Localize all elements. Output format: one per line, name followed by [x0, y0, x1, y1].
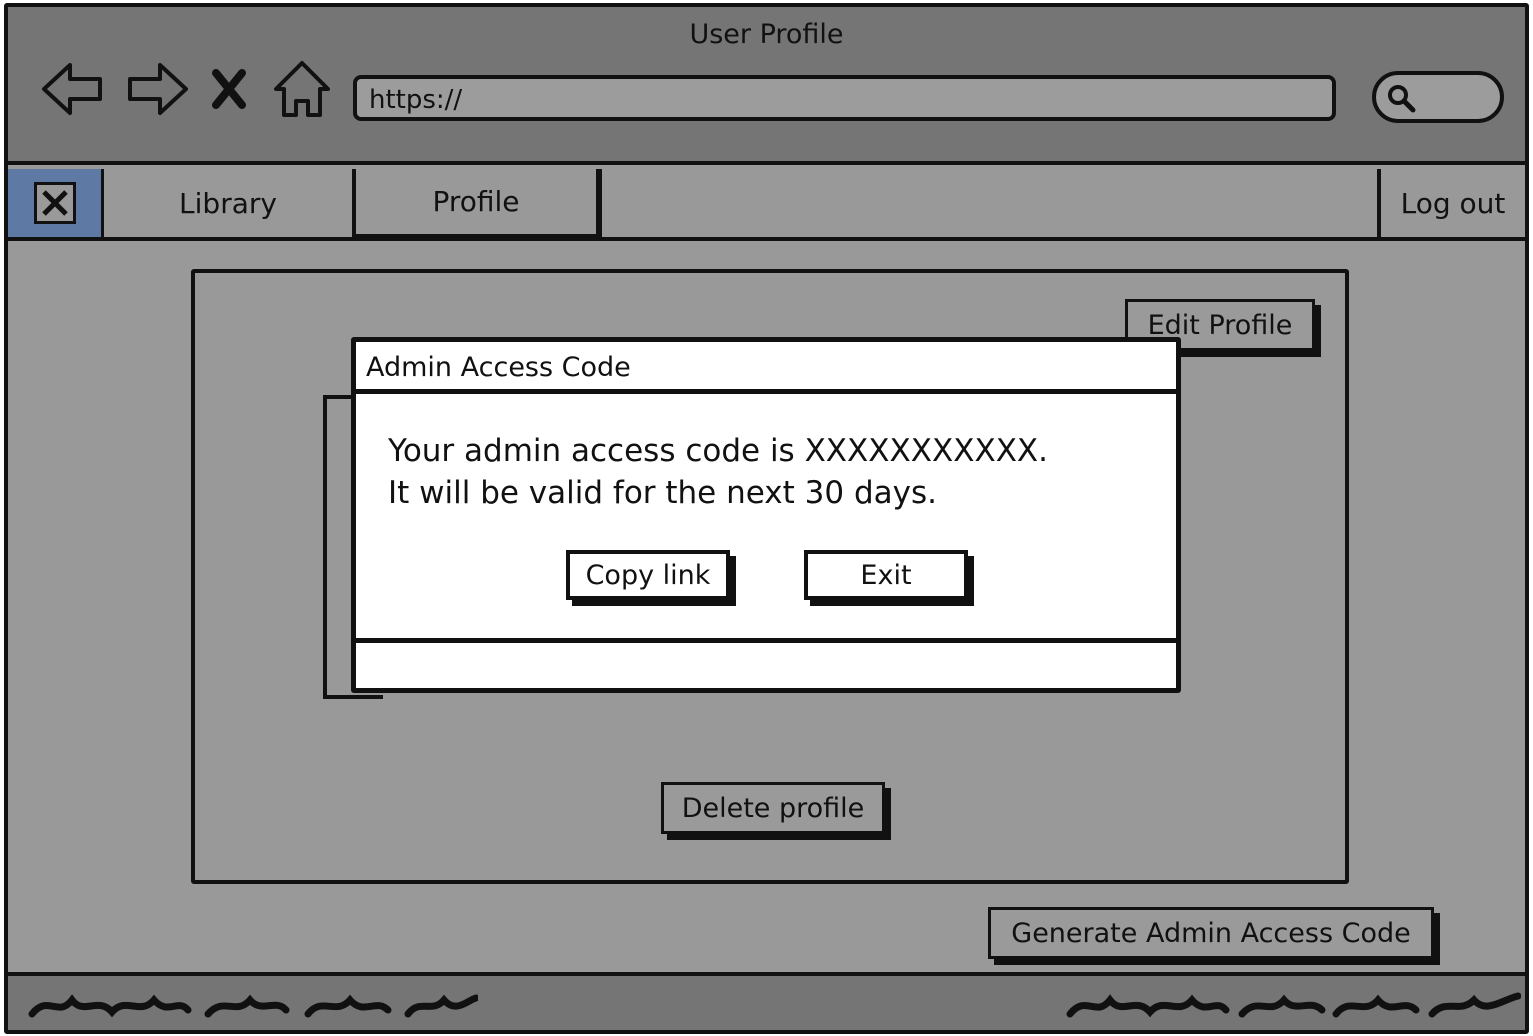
generate-admin-code-button[interactable]: Generate Admin Access Code: [988, 907, 1434, 959]
close-tab-button[interactable]: [8, 169, 104, 237]
back-arrow-icon[interactable]: [40, 57, 104, 121]
url-input[interactable]: https://: [353, 75, 1336, 121]
search-icon: [1388, 85, 1416, 113]
tab-bar: Library Profile Log out: [8, 169, 1525, 241]
admin-code-dialog: Admin Access Code Your admin access code…: [351, 337, 1181, 693]
copy-link-button[interactable]: Copy link: [566, 550, 730, 600]
tab-profile[interactable]: Profile: [356, 169, 602, 237]
exit-button[interactable]: Exit: [804, 550, 968, 600]
close-icon: [33, 182, 76, 224]
forward-arrow-icon[interactable]: [126, 57, 190, 121]
stop-icon[interactable]: [204, 57, 254, 121]
dialog-footer: [356, 638, 1176, 688]
home-icon[interactable]: [270, 57, 334, 121]
browser-chrome: User Profile https://: [8, 7, 1525, 165]
logout-button[interactable]: Log out: [1377, 169, 1525, 237]
dialog-message-line1: Your admin access code is XXXXXXXXXXX.: [388, 433, 1049, 469]
footer-text-right: [1066, 990, 1522, 1020]
status-footer: [8, 972, 1525, 1030]
dialog-message-line2: It will be valid for the next 30 days.: [388, 475, 937, 511]
dialog-title: Admin Access Code: [356, 342, 1176, 394]
window-title: User Profile: [689, 19, 844, 50]
search-input[interactable]: [1372, 71, 1504, 123]
tab-library[interactable]: Library: [104, 169, 356, 237]
footer-text-left: [28, 990, 480, 1020]
dialog-message: Your admin access code is XXXXXXXXXXX. I…: [388, 430, 1048, 514]
delete-profile-button[interactable]: Delete profile: [661, 782, 885, 834]
